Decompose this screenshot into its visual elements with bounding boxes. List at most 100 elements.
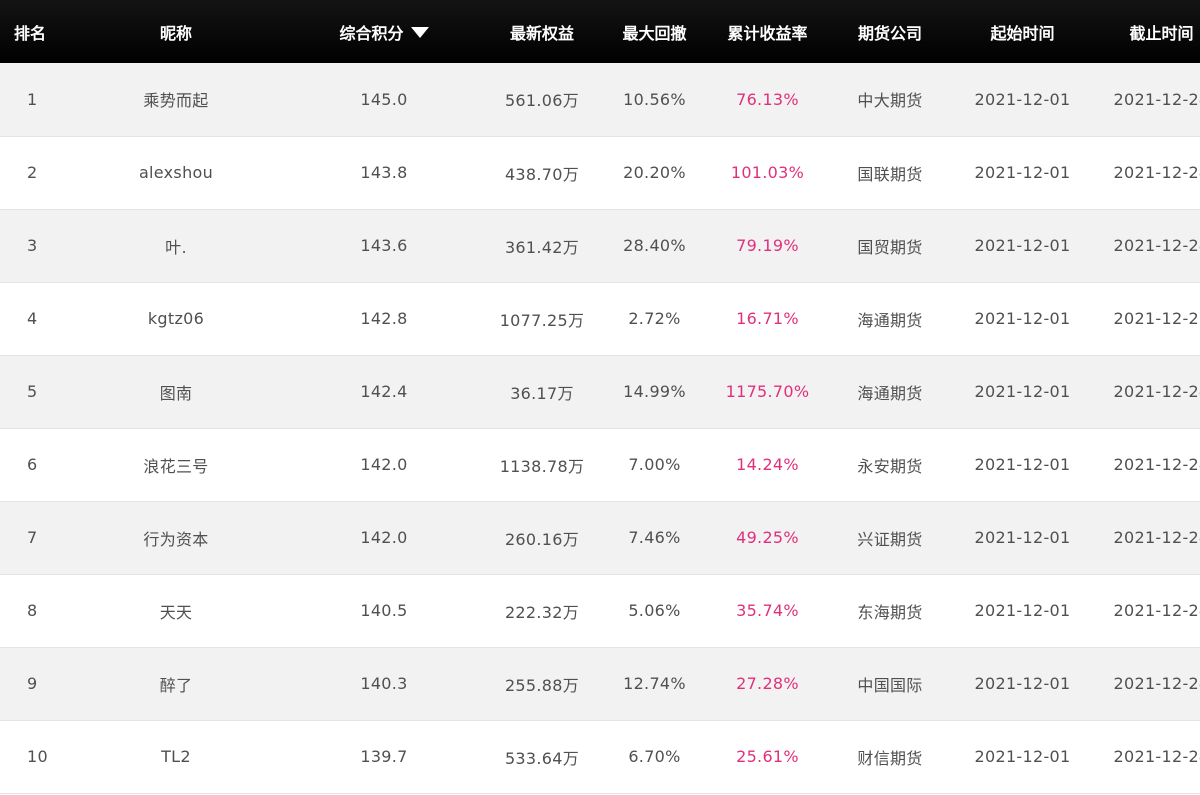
cell-total-return: 16.71%	[736, 309, 799, 328]
cell-score: 142.0	[360, 528, 408, 547]
header-score[interactable]: 综合积分	[285, 0, 483, 63]
cell-start-date: 2021-12-01	[974, 89, 1071, 109]
cell-rank: 9	[27, 674, 38, 693]
cell-equity: 1077.25万	[499, 310, 585, 330]
cell-end-date: 2021-12-23	[1113, 309, 1200, 328]
cell-nickname[interactable]: 行为资本	[67, 501, 285, 574]
cell-total-return: 49.25%	[736, 528, 799, 547]
cell-nickname[interactable]: TL2	[67, 720, 285, 793]
cell-score: 142.0	[360, 455, 408, 474]
cell-drawdown: 12.74%	[623, 674, 686, 693]
caret-down-icon[interactable]	[410, 26, 429, 38]
nickname-link[interactable]: 图南	[160, 384, 193, 403]
cell-end-date: 2021-12-24	[1113, 163, 1200, 182]
header-drawdown[interactable]: 最大回撤	[601, 0, 708, 63]
cell-end-date: 2021-12-24	[1113, 528, 1200, 547]
header-total-return[interactable]: 累计收益率	[708, 0, 827, 63]
nickname-link[interactable]: 浪花三号	[143, 457, 208, 476]
header-rank[interactable]: 排名	[0, 0, 67, 63]
cell-start-date: 2021-12-01	[974, 674, 1071, 693]
cell-drawdown: 7.00%	[628, 455, 681, 474]
table-row: 3 叶. 143.6 361.42万 28.40% 79.19% 国贸期货 20…	[0, 209, 1200, 282]
header-broker[interactable]: 期货公司	[827, 0, 953, 63]
nickname-link[interactable]: alexshou	[139, 163, 213, 182]
cell-end-date: 2021-12-24	[1113, 89, 1200, 109]
cell-equity: 36.17万	[510, 383, 574, 403]
cell-rank: 4	[27, 309, 38, 328]
cell-equity: 260.16万	[504, 529, 580, 549]
cell-end-date: 2021-12-24	[1113, 382, 1200, 401]
cell-score: 145.0	[360, 89, 408, 109]
nickname-link[interactable]: 行为资本	[143, 530, 208, 549]
nickname-link[interactable]: 叶.	[165, 238, 187, 257]
cell-equity: 438.70万	[504, 164, 580, 184]
header-score-label: 综合积分	[339, 23, 404, 43]
cell-rank: 1	[27, 89, 38, 109]
ranking-table: 排名 昵称 综合积分 最新权益 最大回撤 累计收益率 期货公司 起始时间 截止时…	[0, 0, 1200, 794]
nickname-link[interactable]: 天天	[160, 603, 193, 622]
cell-equity: 533.64万	[504, 748, 580, 768]
cell-total-return: 76.13%	[736, 89, 799, 109]
table-row: 4 kgtz06 142.8 1077.25万 2.72% 16.71% 海通期…	[0, 282, 1200, 355]
cell-end-date: 2021-12-24	[1113, 674, 1200, 693]
header-start-date[interactable]: 起始时间	[953, 0, 1092, 63]
nickname-link[interactable]: 醉了	[160, 676, 193, 695]
header-equity[interactable]: 最新权益	[483, 0, 601, 63]
cell-start-date: 2021-12-01	[974, 601, 1071, 620]
table-row: 6 浪花三号 142.0 1138.78万 7.00% 14.24% 永安期货 …	[0, 428, 1200, 501]
cell-broker: 东海期货	[857, 602, 923, 622]
cell-broker: 国联期货	[857, 164, 923, 184]
cell-nickname[interactable]: 醉了	[67, 647, 285, 720]
header-nickname[interactable]: 昵称	[67, 0, 285, 63]
cell-nickname[interactable]: 叶.	[67, 209, 285, 282]
cell-start-date: 2021-12-01	[974, 382, 1071, 401]
cell-broker: 财信期货	[857, 748, 923, 768]
cell-drawdown: 20.20%	[623, 163, 686, 182]
cell-score: 142.8	[360, 309, 408, 328]
cell-nickname[interactable]: 天天	[67, 574, 285, 647]
cell-rank: 8	[27, 601, 38, 620]
cell-start-date: 2021-12-01	[974, 309, 1071, 328]
cell-nickname[interactable]: 乘势而起	[67, 63, 285, 136]
cell-equity: 361.42万	[504, 237, 580, 257]
table-row: 1 乘势而起 145.0 561.06万 10.56% 76.13% 中大期货 …	[0, 63, 1200, 136]
cell-equity: 222.32万	[504, 602, 580, 622]
table-header: 排名 昵称 综合积分 最新权益 最大回撤 累计收益率 期货公司 起始时间 截止时…	[0, 0, 1200, 63]
cell-drawdown: 7.46%	[628, 528, 681, 547]
cell-equity: 561.06万	[504, 91, 580, 111]
nickname-link[interactable]: 乘势而起	[143, 91, 208, 110]
cell-nickname[interactable]: alexshou	[67, 136, 285, 209]
cell-score: 143.6	[360, 236, 408, 255]
cell-rank: 3	[27, 236, 38, 255]
header-end-date[interactable]: 截止时间	[1092, 0, 1200, 63]
cell-broker: 永安期货	[857, 456, 923, 476]
cell-broker: 兴证期货	[857, 529, 923, 549]
table-row: 10 TL2 139.7 533.64万 6.70% 25.61% 财信期货 2…	[0, 720, 1200, 793]
table-row: 7 行为资本 142.0 260.16万 7.46% 49.25% 兴证期货 2…	[0, 501, 1200, 574]
cell-drawdown: 14.99%	[623, 382, 686, 401]
cell-end-date: 2021-12-24	[1113, 455, 1200, 474]
cell-score: 139.7	[360, 747, 408, 766]
cell-end-date: 2021-12-24	[1113, 601, 1200, 620]
nickname-link[interactable]: TL2	[161, 747, 191, 766]
cell-rank: 6	[27, 455, 38, 474]
cell-equity: 255.88万	[504, 675, 580, 695]
cell-total-return: 27.28%	[736, 674, 799, 693]
cell-drawdown: 28.40%	[623, 236, 686, 255]
cell-nickname[interactable]: 浪花三号	[67, 428, 285, 501]
cell-total-return: 101.03%	[730, 163, 805, 182]
cell-total-return: 1175.70%	[725, 382, 810, 401]
cell-broker: 海通期货	[857, 383, 923, 403]
header-row: 排名 昵称 综合积分 最新权益 最大回撤 累计收益率 期货公司 起始时间 截止时…	[0, 0, 1200, 63]
cell-broker: 海通期货	[857, 310, 923, 330]
cell-broker: 中国国际	[857, 675, 923, 695]
cell-rank: 7	[27, 528, 38, 547]
cell-nickname[interactable]: 图南	[67, 355, 285, 428]
cell-broker: 中大期货	[857, 91, 923, 111]
cell-nickname[interactable]: kgtz06	[67, 282, 285, 355]
cell-drawdown: 2.72%	[628, 309, 681, 328]
cell-total-return: 35.74%	[736, 601, 799, 620]
nickname-link[interactable]: kgtz06	[148, 309, 204, 328]
cell-start-date: 2021-12-01	[974, 747, 1071, 766]
cell-total-return: 79.19%	[736, 236, 799, 255]
